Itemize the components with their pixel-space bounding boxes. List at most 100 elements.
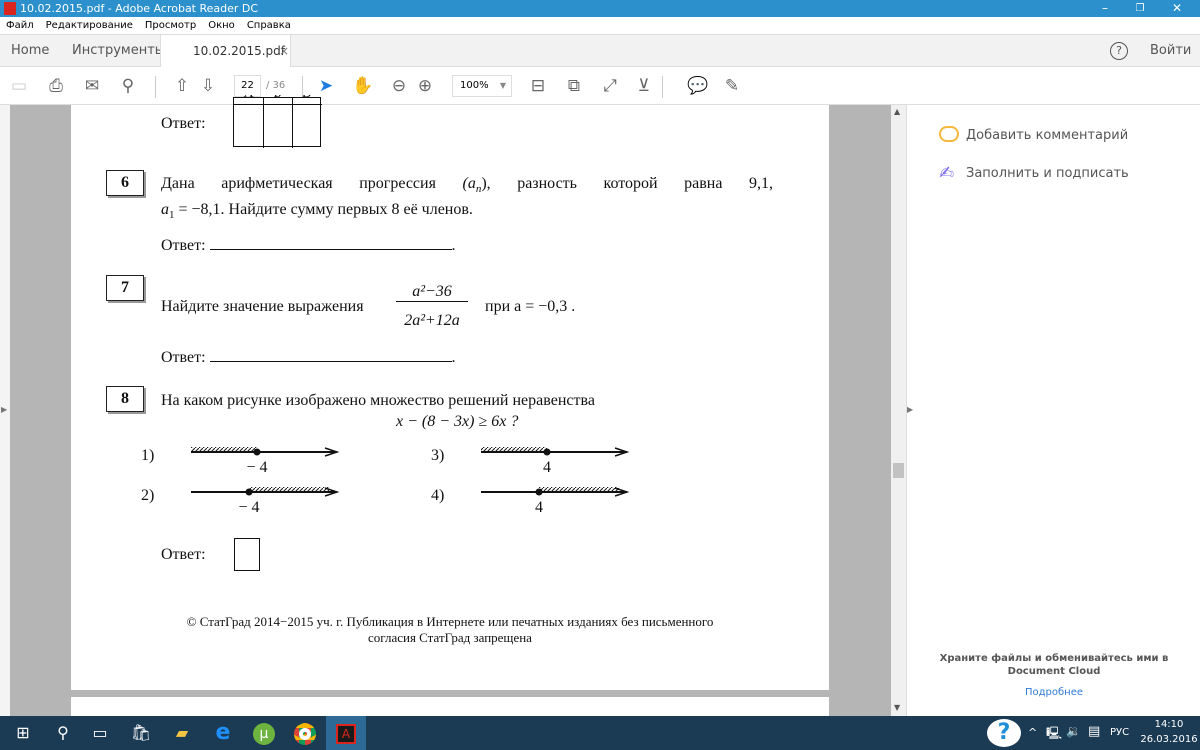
option-label: 2) (141, 487, 155, 504)
menu-window[interactable]: Окно (208, 20, 235, 31)
title-bar: 10.02.2015.pdf - Adobe Acrobat Reader DC… (0, 0, 1200, 17)
comment-icon (939, 126, 959, 142)
option-value: − 4 (238, 499, 260, 516)
number-line-option (191, 447, 340, 457)
zoom-in-icon[interactable]: ⊕ (413, 74, 437, 98)
task-view-icon[interactable]: ▭ (77, 716, 123, 750)
q8-answer-box (234, 538, 260, 571)
menu-bar: Файл Редактирование Просмотр Окно Справка (0, 17, 1200, 35)
save-icon[interactable]: ▭ (7, 74, 31, 98)
learn-more-link[interactable]: Подробнее (907, 687, 1200, 698)
zoom-value: 100% (460, 80, 489, 91)
q6-line1: Дана арифметическая прогрессия (an), раз… (161, 175, 773, 196)
tab-home[interactable]: Home (11, 35, 49, 67)
q6-line2: a1 = −8,1. Найдите сумму первых 8 её чле… (161, 201, 473, 222)
question-number-6: 6 (106, 170, 144, 196)
vertical-scrollbar[interactable]: ▲ ▼ (891, 105, 906, 716)
tab-bar: Home Инструменты 10.02.2015.pdf × ? Войт… (0, 35, 1200, 68)
q6-answer: Ответ: . (161, 237, 456, 254)
email-icon[interactable]: ✉ (80, 74, 104, 98)
answer-table: АБВ (233, 95, 322, 148)
tab-tools[interactable]: Инструменты (72, 35, 165, 67)
tray-chevron-icon[interactable]: ^ (1028, 726, 1037, 739)
scroll-up-icon[interactable]: ▲ (894, 107, 900, 116)
comment-icon[interactable]: 💬 (686, 74, 710, 98)
fullscreen-icon[interactable]: ⤢ (598, 74, 622, 98)
q7-text-b: при a = −0,3 . (485, 298, 576, 315)
option-value: − 4 (246, 459, 268, 476)
store-icon[interactable]: 🛍 (118, 716, 164, 750)
chrome-icon[interactable] (282, 716, 328, 750)
scroll-thumb[interactable] (893, 463, 904, 478)
footer-line2: согласия СтатГрад запрещена (368, 630, 532, 645)
q8-text: На каком рисунке изображено множество ре… (161, 392, 595, 409)
tab-close-icon[interactable]: × (279, 35, 289, 67)
file-explorer-icon[interactable]: ▰ (159, 716, 205, 750)
clock-date[interactable]: 26.03.2016 (1140, 734, 1198, 745)
notifications-icon[interactable]: ▤ (1088, 724, 1100, 739)
window-title: 10.02.2015.pdf - Adobe Acrobat Reader DC (20, 2, 259, 15)
page-down-icon[interactable]: ⇩ (196, 74, 220, 98)
option-value: 4 (535, 499, 543, 516)
q7-numerator: a²−36 (396, 283, 468, 302)
tab-document-label: 10.02.2015.pdf (193, 44, 285, 58)
help-tray-icon[interactable]: ? (987, 719, 1021, 747)
zoom-select[interactable]: 100% ▼ (452, 75, 512, 97)
option-value: 4 (543, 459, 551, 476)
next-pdf-page (71, 697, 829, 717)
page-number-input[interactable]: 22 (234, 75, 261, 97)
scroll-mode-icon[interactable]: ⊟ (526, 74, 550, 98)
scroll-down-icon[interactable]: ▼ (894, 703, 900, 712)
answer-label: Ответ: (161, 115, 206, 132)
menu-help[interactable]: Справка (247, 20, 291, 31)
acrobat-icon (4, 2, 16, 15)
left-panel-toggle[interactable]: ▶ (0, 105, 10, 716)
page-total: / 36 (266, 80, 286, 91)
q8-answer-label: Ответ: (161, 546, 206, 563)
network-icon[interactable]: 🖳 (1046, 724, 1062, 745)
hand-tool-icon[interactable]: ✋ (351, 74, 375, 98)
number-line-option (481, 487, 630, 497)
cloud-text-2: Document Cloud (1007, 666, 1101, 677)
q7-text: Найдите значение выражения (161, 298, 364, 315)
menu-edit[interactable]: Редактирование (46, 20, 133, 31)
footer-line1: © СтатГрад 2014−2015 уч. г. Публикация в… (186, 614, 714, 629)
number-line-option (191, 487, 340, 497)
option-label: 3) (431, 447, 445, 464)
q7-answer: Ответ: . (161, 349, 456, 366)
tools-pane: ▶ Добавить комментарий ✍ Заполнить и под… (906, 105, 1200, 716)
search-icon[interactable]: ⚲ (116, 74, 140, 98)
option-label: 1) (141, 447, 155, 464)
utorrent-icon[interactable]: µ (241, 716, 287, 750)
taskbar: ⊞ ⚲ ▭ 🛍 ▰ e µ A ? ^ 🖳 🔉 ▤ РУС 14:10 26.0… (0, 716, 1200, 750)
q8-inequality: x − (8 − 3x) ≥ 6x ? (396, 413, 519, 430)
volume-icon[interactable]: 🔉 (1066, 724, 1081, 738)
zoom-out-icon[interactable]: ⊖ (387, 74, 411, 98)
print-icon[interactable]: ⎙ (44, 74, 68, 98)
chevron-down-icon: ▼ (499, 81, 506, 90)
acrobat-taskbar-icon[interactable]: A (326, 716, 366, 750)
pdf-page: Ответ: АБВ 6 Дана арифметическая прогрес… (71, 95, 829, 690)
question-number-7: 7 (106, 275, 144, 301)
rotate-icon[interactable]: ⧉ (562, 74, 586, 98)
number-line-option (481, 447, 630, 457)
clock-time[interactable]: 14:10 (1140, 719, 1198, 730)
collapse-pane-icon[interactable]: ▶ (907, 405, 913, 414)
menu-view[interactable]: Просмотр (145, 20, 196, 31)
language-indicator[interactable]: РУС (1110, 727, 1129, 738)
select-tool-icon[interactable]: ➤ (314, 74, 338, 98)
page-up-icon[interactable]: ⇧ (170, 74, 194, 98)
menu-file[interactable]: Файл (6, 20, 34, 31)
close-button[interactable]: ✕ (1162, 0, 1192, 17)
help-icon[interactable]: ? (1110, 42, 1128, 60)
minimize-button[interactable]: – (1090, 0, 1120, 17)
cloud-text-1: Храните файлы и обменивайтесь ими в (939, 653, 1169, 664)
add-comment-tool[interactable]: Добавить комментарий (966, 128, 1128, 143)
fill-sign-tool[interactable]: Заполнить и подписать (966, 166, 1129, 181)
edge-icon[interactable]: e (200, 716, 246, 750)
restore-button[interactable]: ❐ (1125, 0, 1155, 17)
highlight-icon[interactable]: ✎ (720, 74, 744, 98)
tab-document[interactable]: 10.02.2015.pdf × (160, 35, 291, 68)
signin-button[interactable]: Войти (1150, 35, 1191, 67)
read-mode-icon[interactable]: ⊻ (632, 74, 656, 98)
